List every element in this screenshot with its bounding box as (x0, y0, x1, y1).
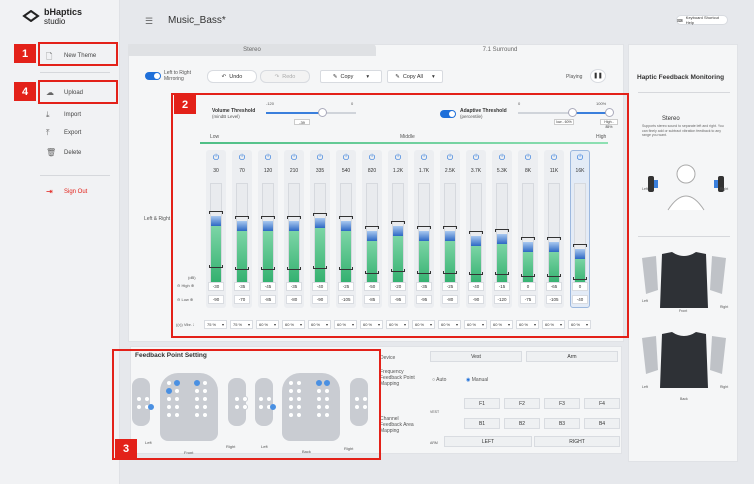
redo-label: Redo (282, 73, 296, 80)
undo-button[interactable]: ↶ Undo (207, 70, 257, 83)
redo-button[interactable]: ↷ Redo (260, 70, 310, 83)
shortcut-help-label: Keyboard Shortcut Help (685, 15, 719, 25)
annotation-box-3 (112, 349, 381, 460)
monitor-divider (638, 236, 730, 237)
trash-icon: 🗑 (46, 148, 57, 157)
annotation-box-2 (171, 93, 629, 338)
copy-all-button[interactable]: ✎ Copy All ▾ (387, 70, 443, 83)
mapping-button-b3[interactable]: B3 (544, 418, 580, 429)
annotation-label-1: 1 (14, 44, 36, 63)
device-vest-button[interactable]: Vest (430, 351, 522, 362)
row-label: Left & Right (144, 216, 171, 222)
monitoring-title: Haptic Feedback Monitoring (637, 74, 725, 81)
keyboard-shortcut-help-button[interactable]: ⌨ Keyboard Shortcut Help (676, 15, 728, 25)
arm-small-label: ARM (430, 441, 438, 445)
mapping-button-b1[interactable]: B1 (464, 418, 500, 429)
bhaptics-logo-icon (22, 10, 40, 22)
sidebar-divider (40, 72, 110, 73)
device-arm-button[interactable]: Arm (526, 351, 618, 362)
import-icon: ⤓ (46, 110, 50, 119)
sidebar-item-sign-out[interactable]: Sign Out (64, 189, 87, 195)
sign-out-icon: ⇥ (46, 187, 53, 196)
annotation-label-4: 4 (14, 82, 36, 101)
monitor-mode: Stereo (662, 116, 680, 122)
sidebar-item-delete[interactable]: Delete (64, 150, 81, 156)
pause-button[interactable]: ❚❚ (590, 69, 606, 83)
mapping-button-b4[interactable]: B4 (584, 418, 620, 429)
monitor-description: Supports stereo sound to separate left a… (642, 124, 724, 137)
menu-icon[interactable]: ☰ (145, 16, 153, 27)
arm-left-button[interactable]: LEFT (444, 436, 532, 447)
pause-icon: ❚❚ (593, 73, 603, 79)
sidebar-divider (40, 175, 110, 176)
auto-radio[interactable]: ○ Auto (432, 377, 446, 383)
copy-all-icon: ✎ (395, 73, 400, 80)
playing-label: Playing (566, 74, 583, 80)
annotation-label-2: 2 (174, 95, 196, 114)
mapping-button-f3[interactable]: F3 (544, 398, 580, 409)
monitor-front-right: Right (720, 305, 729, 309)
keyboard-icon: ⌨ (677, 17, 683, 23)
manual-radio[interactable]: ◉ Manual (466, 377, 488, 383)
monitor-divider (638, 92, 730, 93)
monitor-back-right: Right (720, 385, 729, 389)
mapping-button-f1[interactable]: F1 (464, 398, 500, 409)
monitor-right-label: Right (720, 187, 729, 191)
monitor-vest-front (642, 252, 726, 308)
arm-right-button[interactable]: RIGHT (534, 436, 620, 447)
redo-icon: ↷ (274, 73, 280, 80)
tab-surround[interactable]: 7.1 Surround (376, 44, 624, 56)
mirroring-toggle[interactable] (145, 72, 161, 80)
monitor-front-label: Front (679, 309, 688, 313)
vest-small-label: VEST (430, 410, 440, 414)
frequency-mapping-label: Frequency Feedback Point Mapping (380, 369, 415, 387)
app-logo: bHaptics studio (44, 7, 83, 27)
annotation-box-4 (38, 80, 118, 104)
sidebar-item-export[interactable]: Export (64, 130, 81, 136)
monitor-back-label: Back (680, 397, 688, 401)
mapping-button-f4[interactable]: F4 (584, 398, 620, 409)
chevron-down-icon: ▾ (432, 73, 435, 80)
sidebar-item-import[interactable]: Import (64, 112, 81, 118)
undo-icon: ↶ (221, 73, 227, 80)
monitor-left-label: Left (642, 187, 648, 191)
monitor-back-left: Left (642, 385, 648, 389)
stereo-listener-illustration (648, 164, 724, 211)
channel-mapping-label: Channel Feedback Area Mapping (380, 416, 414, 434)
monitor-front-left: Left (642, 299, 648, 303)
mapping-button-b2[interactable]: B2 (504, 418, 540, 429)
undo-label: Undo (229, 73, 243, 80)
mirroring-label: Left to Right Mirroring (164, 70, 191, 82)
copy-all-label: Copy All (402, 73, 424, 80)
copy-button[interactable]: ✎ Copy ▾ (320, 70, 382, 83)
chevron-down-icon: ▾ (366, 73, 370, 80)
page-title: Music_Bass* (168, 15, 226, 26)
export-icon: ⤒ (46, 128, 50, 137)
annotation-box-1 (38, 42, 118, 66)
copy-label: Copy (340, 73, 354, 80)
copy-icon: ✎ (332, 73, 338, 80)
annotation-label-3: 3 (115, 439, 137, 458)
tab-stereo[interactable]: Stereo (128, 44, 376, 56)
monitor-vest-back (642, 332, 726, 388)
mapping-button-f2[interactable]: F2 (504, 398, 540, 409)
device-label: Device (380, 355, 396, 361)
